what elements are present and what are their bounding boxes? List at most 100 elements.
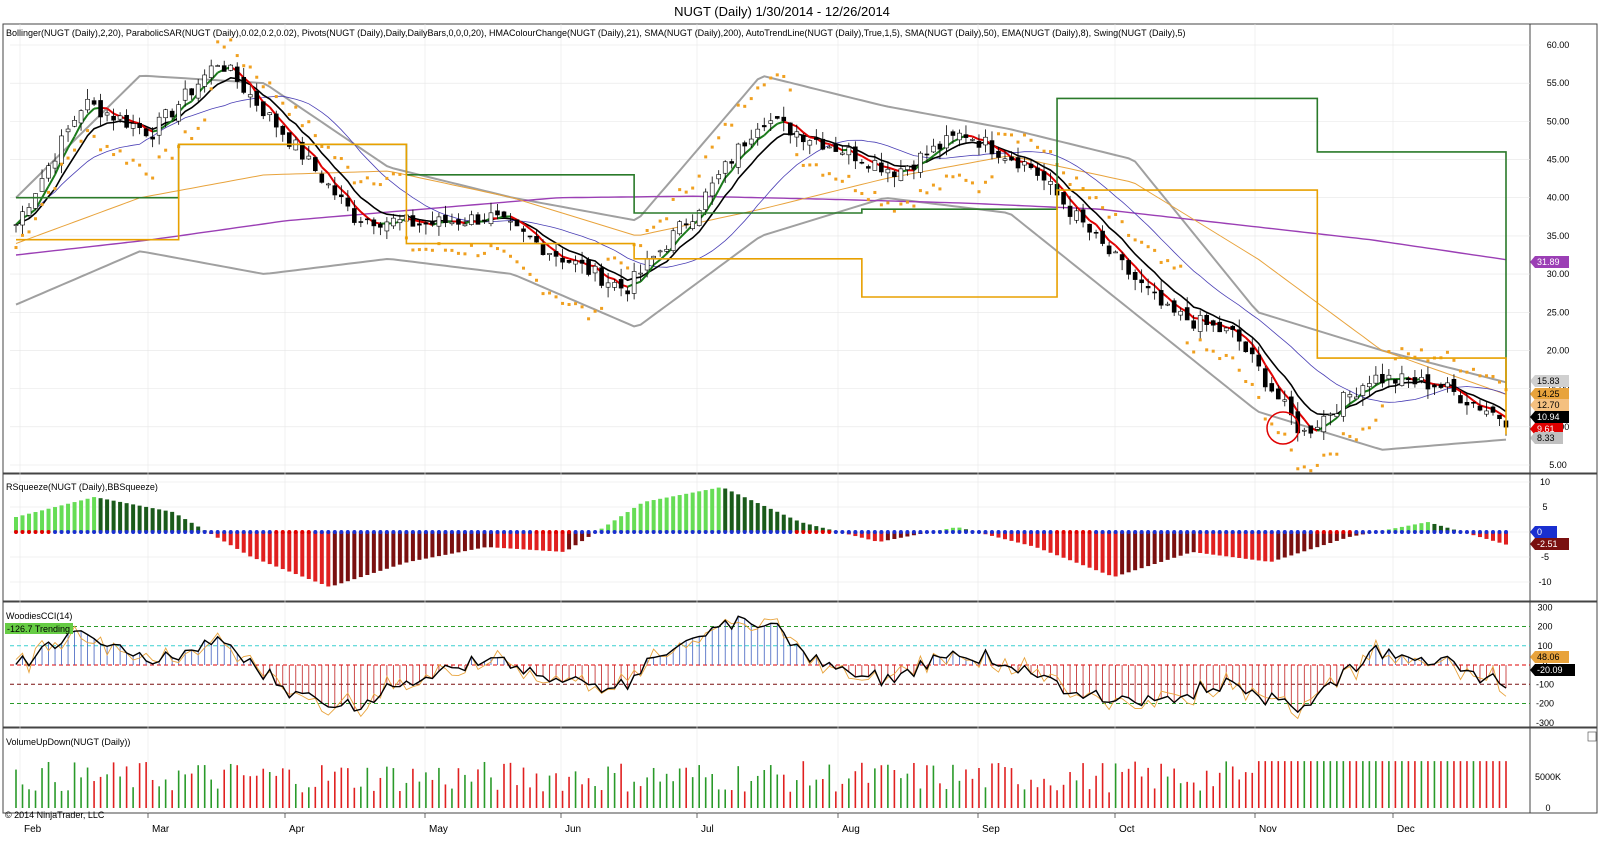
parabolic-sar-dot — [1185, 341, 1189, 345]
squeeze-bar — [261, 532, 266, 562]
x-axis: Feb Mar Apr May Jun Jul Aug Sep Oct Nov Dec — [19, 813, 1415, 835]
squeeze-dot — [124, 530, 129, 534]
candle-body — [1288, 396, 1294, 416]
candle-body — [111, 115, 116, 121]
parabolic-sar-dot — [1146, 245, 1150, 249]
squeeze-bar — [1152, 532, 1157, 565]
squeeze-bar — [762, 505, 767, 532]
parabolic-sar-dot — [1270, 422, 1274, 426]
squeeze-dot — [92, 530, 97, 534]
parabolic-sar-dot — [1419, 348, 1423, 352]
squeeze-dot — [684, 530, 689, 534]
candle-body — [1425, 374, 1431, 390]
candle-body — [527, 235, 533, 238]
squeeze-dot — [1451, 530, 1456, 534]
squeeze-dot — [1276, 530, 1281, 534]
squeeze-bar — [137, 505, 142, 532]
squeeze-bar — [397, 532, 402, 565]
cci-y-tick-label: -100 — [1536, 679, 1554, 689]
candle-body — [202, 74, 207, 87]
month-label: May — [429, 824, 448, 835]
price-badge-text: 12.70 — [1537, 400, 1560, 410]
parabolic-sar-dot — [1348, 434, 1352, 438]
squeeze-dot — [963, 530, 968, 534]
squeeze-bar — [345, 532, 350, 582]
squeeze-dot — [1354, 530, 1359, 534]
squeeze-dot — [384, 530, 389, 534]
parabolic-sar-dot — [795, 153, 799, 157]
squeeze-bar — [79, 500, 84, 532]
squeeze-dot — [1016, 530, 1021, 534]
squeeze-dot — [475, 530, 480, 534]
candle-body — [1041, 171, 1047, 181]
candle-body — [436, 216, 442, 227]
parabolic-sar-dot — [495, 247, 499, 251]
squeeze-bar — [92, 497, 97, 532]
candle-body — [1204, 314, 1209, 325]
squeeze-dot — [989, 530, 994, 534]
squeeze-dot — [1081, 530, 1086, 534]
candle-body — [241, 77, 247, 93]
price-badge-text: 31.89 — [1537, 257, 1560, 267]
parabolic-sar-dot — [333, 156, 337, 160]
squeeze-dot — [1269, 530, 1274, 534]
squeeze-dot — [1126, 530, 1131, 534]
parabolic-sar-dot — [482, 251, 486, 255]
parabolic-sar-dot — [1101, 206, 1105, 210]
candle-body — [755, 128, 761, 138]
candle-body — [91, 100, 97, 105]
parabolic-sar-dot — [1445, 350, 1449, 354]
squeeze-bar — [98, 498, 103, 532]
candle-body — [1419, 377, 1424, 381]
price-y-tick-label: 60.00 — [1547, 40, 1570, 50]
candle-body — [417, 223, 422, 226]
candle-body — [1067, 205, 1073, 217]
squeeze-dot — [59, 530, 64, 534]
parabolic-sar-dot — [905, 200, 909, 204]
parabolic-sar-dot — [996, 132, 1000, 136]
squeeze-bar — [768, 508, 773, 532]
candle-body — [423, 222, 429, 225]
month-label: Apr — [289, 824, 305, 835]
squeeze-bar — [111, 500, 116, 532]
squeeze-bar — [1198, 532, 1203, 554]
candle-body — [280, 125, 286, 135]
parabolic-sar-dot — [834, 177, 838, 181]
parabolic-sar-dot — [860, 192, 864, 196]
candle-body — [703, 191, 708, 210]
parabolic-sar-dot — [1120, 220, 1124, 224]
squeeze-dot — [1250, 530, 1255, 534]
squeeze-bar — [632, 507, 637, 532]
copyright-text: © 2014 NinjaTrader, LLC — [5, 810, 105, 820]
candle-body — [371, 219, 377, 227]
squeeze-dot — [586, 530, 591, 534]
month-label: Mar — [152, 824, 170, 835]
squeeze-dot — [378, 530, 383, 534]
parabolic-sar-dot — [1471, 367, 1475, 371]
squeeze-dot — [710, 530, 715, 534]
parabolic-sar-dot — [151, 176, 155, 180]
squeeze-dot — [436, 530, 441, 534]
parabolic-sar-dot — [1335, 452, 1339, 456]
squeeze-dot — [1334, 530, 1339, 534]
squeeze-dot — [352, 530, 357, 534]
volume-y-tick-label: 5000K — [1535, 772, 1561, 782]
candle-body — [1386, 374, 1392, 380]
squeeze-bar — [1159, 532, 1164, 562]
squeeze-bar — [1126, 532, 1131, 573]
squeeze-bar — [1243, 532, 1248, 559]
squeeze-dot — [1393, 530, 1398, 534]
candle-body — [378, 223, 383, 228]
squeeze-bar — [105, 499, 110, 532]
squeeze-dot — [1113, 530, 1118, 534]
panel-menu-button[interactable] — [1587, 731, 1597, 742]
parabolic-sar-dot — [391, 172, 395, 176]
parabolic-sar-dot — [66, 156, 70, 160]
parabolic-sar-dot — [990, 175, 994, 179]
candle-body — [1308, 425, 1314, 434]
parabolic-sar-dot — [749, 97, 753, 101]
squeeze-bar — [1178, 532, 1183, 556]
squeeze-bar — [391, 532, 396, 567]
parabolic-sar-dot — [580, 305, 584, 309]
squeeze-bar — [651, 500, 656, 532]
